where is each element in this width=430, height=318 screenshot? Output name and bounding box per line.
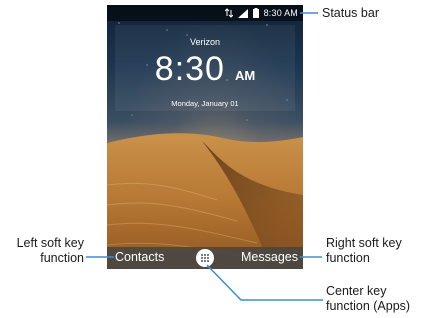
- left-softkey-callout: Left soft key function: [4, 236, 84, 266]
- status-bar-callout: Status bar: [322, 6, 379, 21]
- center-key-callout-line: [206, 264, 323, 301]
- softkey-bar: Contacts Messages: [107, 247, 303, 269]
- right-softkey-callout: Right soft key function: [326, 236, 426, 266]
- center-key-callout: Center key function (Apps): [326, 284, 430, 314]
- signal-bars-icon: [237, 8, 248, 18]
- status-bar: 8:30 AM: [107, 5, 303, 21]
- center-key-callout-line1: Center key: [326, 284, 387, 298]
- apps-grid-icon: [201, 254, 209, 262]
- right-softkey-messages[interactable]: Messages: [241, 250, 298, 264]
- clock-time: 8:30: [154, 50, 225, 88]
- center-key-apps-button[interactable]: [196, 249, 214, 267]
- left-softkey-callout-line1: Left soft key: [16, 236, 84, 250]
- clock-ampm: AM: [234, 68, 256, 83]
- clock-date: Monday, January 01: [171, 99, 239, 108]
- network-activity-icon: [224, 8, 233, 18]
- left-softkey-contacts[interactable]: Contacts: [115, 250, 164, 264]
- phone-screen: 8:30 AM Verizon 8:30 AM Monday, January …: [107, 5, 303, 269]
- status-time: 8:30 AM: [263, 8, 298, 18]
- left-softkey-callout-line2: function: [40, 251, 84, 265]
- status-bar-callout-text: Status bar: [322, 6, 379, 20]
- right-softkey-callout-line2: function: [326, 251, 370, 265]
- center-key-callout-line2: function (Apps): [326, 299, 411, 313]
- right-softkey-callout-line1: Right soft key: [326, 236, 402, 250]
- clock-widget[interactable]: Verizon 8:30 AM Monday, January 01: [115, 25, 295, 111]
- battery-icon: [252, 8, 259, 18]
- carrier-name: Verizon: [189, 37, 221, 47]
